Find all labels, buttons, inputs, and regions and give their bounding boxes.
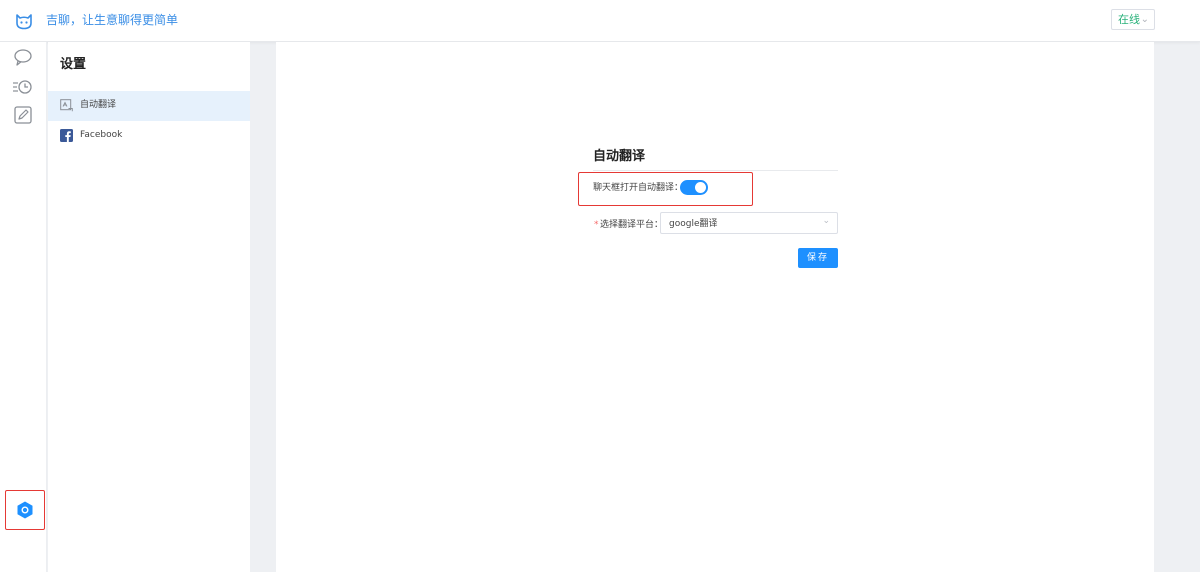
platform-label: 选择翻译平台： — [600, 220, 664, 230]
chat-bubble-icon[interactable] — [12, 46, 34, 68]
save-button[interactable]: 保存 — [798, 248, 838, 268]
section-divider — [593, 170, 838, 171]
chevron-down-icon: ⌄ — [1140, 14, 1149, 25]
settings-hexagon-icon — [17, 501, 33, 519]
menu-item-auto-translate[interactable]: 自动翻译 — [48, 91, 250, 121]
menu-item-label: Facebook — [80, 130, 123, 140]
settings-menu: 设置 自动翻译 Facebook — [48, 42, 250, 572]
switch-knob — [695, 182, 706, 193]
translation-platform-select[interactable]: google翻译 ⌄ — [660, 212, 838, 234]
settings-menu-title: 设置 — [60, 57, 87, 72]
auto-translate-switch[interactable] — [680, 180, 708, 195]
auto-translate-panel: 自动翻译 聊天框打开自动翻译： * 选择翻译平台： google翻译 ⌄ 保存 — [276, 42, 1154, 572]
facebook-icon — [60, 129, 73, 142]
status-value: 在线 — [1118, 13, 1140, 26]
menu-item-label: 自动翻译 — [80, 100, 117, 110]
cat-face-icon[interactable] — [14, 11, 34, 31]
edit-icon[interactable] — [12, 104, 34, 126]
icon-rail — [0, 42, 47, 572]
required-mark: * — [594, 220, 599, 230]
chevron-down-icon: ⌄ — [822, 216, 830, 226]
app-slogan: 吉聊，让生意聊得更简单 — [46, 13, 179, 27]
online-status-select[interactable]: 在线 ⌄ — [1111, 9, 1155, 30]
menu-item-facebook[interactable]: Facebook — [48, 121, 250, 151]
auto-translate-toggle-label: 聊天框打开自动翻译： — [593, 183, 684, 193]
section-title: 自动翻译 — [593, 149, 646, 164]
top-bar: 吉聊，让生意聊得更简单 在线 ⌄ — [0, 0, 1200, 42]
translate-icon — [60, 99, 73, 112]
history-icon[interactable] — [12, 76, 34, 98]
platform-select-value: google翻译 — [669, 219, 718, 229]
settings-nav-button[interactable] — [5, 490, 45, 530]
